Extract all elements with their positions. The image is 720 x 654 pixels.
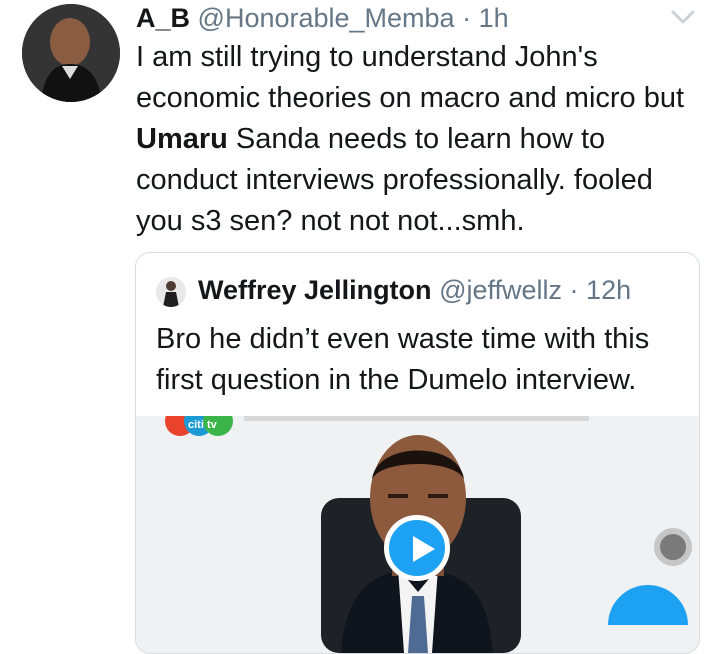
quoted-tweet-card[interactable]: Weffrey Jellington @jeffwellz · 12h Bro …: [135, 252, 700, 654]
avatar-image: [22, 4, 120, 102]
quoted-author-avatar[interactable]: [156, 277, 186, 307]
quoted-tweet-time[interactable]: 12h: [586, 275, 631, 305]
quoted-tweet-text: Bro he didn’t even waste time with this …: [156, 323, 650, 396]
tweet-text: I am still trying to understand John's e…: [136, 37, 696, 242]
quoted-tweet-header: Weffrey Jellington @jeffwellz · 12h: [198, 273, 631, 307]
tweet-time[interactable]: 1h: [479, 3, 509, 33]
scroll-indicator[interactable]: [654, 528, 692, 566]
quoted-author-handle[interactable]: @jeffwellz: [439, 275, 562, 305]
time-separator: ·: [462, 3, 472, 33]
author-avatar[interactable]: [22, 4, 120, 102]
play-icon[interactable]: [384, 515, 450, 581]
tweet-text-bold-word: Umaru: [136, 123, 228, 155]
author-handle[interactable]: @Honorable_Memba: [198, 3, 455, 33]
chevron-down-icon[interactable]: [670, 8, 696, 26]
tweet-text-part-1: I am still trying to understand John's e…: [136, 41, 685, 114]
quoted-avatar-image: [156, 277, 186, 307]
tweet-header: A_B @Honorable_Memba · 1h: [136, 1, 509, 35]
quoted-time-separator: ·: [569, 275, 579, 305]
citi-tv-logo: citi tv: [188, 419, 218, 431]
quoted-author-name[interactable]: Weffrey Jellington: [198, 275, 432, 305]
author-name[interactable]: A_B: [136, 3, 190, 33]
